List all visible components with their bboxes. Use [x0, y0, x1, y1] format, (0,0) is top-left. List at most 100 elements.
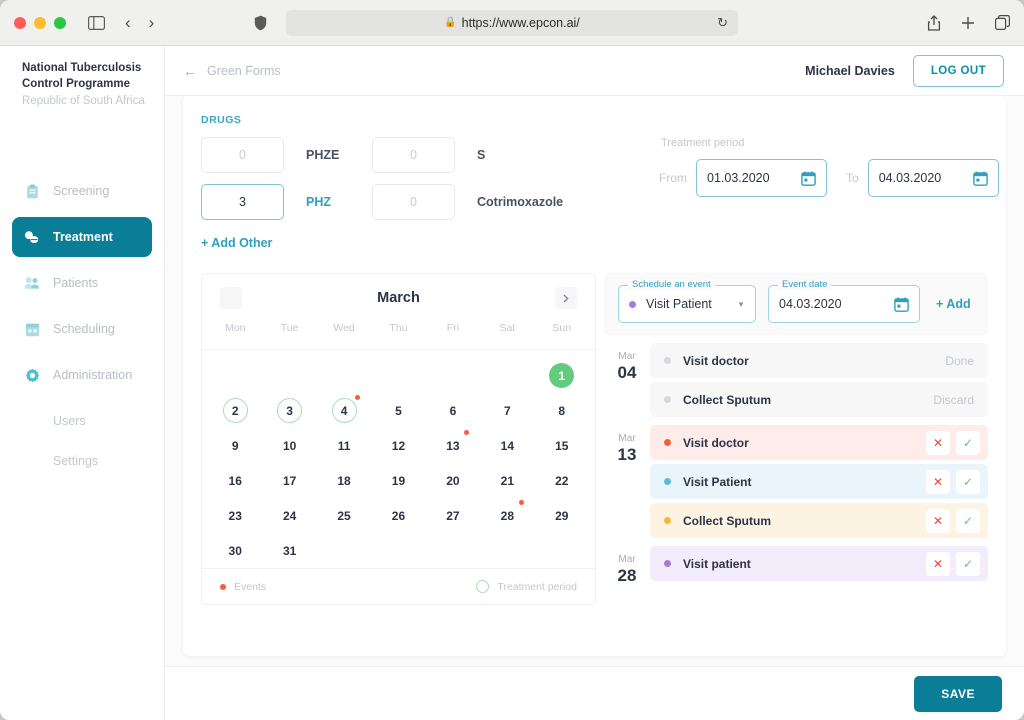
- add-other-drug-button[interactable]: + Add Other: [201, 236, 272, 250]
- calendar-legend: Events Treatment period: [202, 568, 595, 604]
- calendar-next-month-button[interactable]: [555, 287, 577, 309]
- check-icon[interactable]: ✓: [956, 430, 980, 455]
- calendar-day-number: 20: [446, 473, 460, 488]
- calendar-day-4[interactable]: 4: [317, 393, 371, 428]
- calendar-day-31[interactable]: 31: [262, 533, 316, 568]
- calendar-day-16[interactable]: 16: [208, 463, 262, 498]
- drug-quantity-input-phz[interactable]: 3: [201, 184, 284, 220]
- calendar-day-23[interactable]: 23: [208, 498, 262, 533]
- calendar-week-row: 2 3 4 5 6 7 8: [208, 393, 589, 428]
- breadcrumb-back-link[interactable]: ← Green Forms: [183, 63, 281, 79]
- page-topbar: ← Green Forms Michael Davies LOG OUT: [165, 46, 1024, 96]
- close-icon[interactable]: ✕: [926, 430, 950, 455]
- sidebar-item-treatment[interactable]: Treatment: [12, 217, 152, 257]
- maximize-window-button[interactable]: [54, 16, 66, 29]
- sidebar-item-scheduling[interactable]: Scheduling: [12, 309, 152, 349]
- sidebar-toggle-icon[interactable]: [88, 15, 105, 30]
- calendar-day-30[interactable]: 30: [208, 533, 262, 568]
- check-icon[interactable]: ✓: [956, 469, 980, 494]
- schedule-event-select[interactable]: Schedule an event Visit Patient ▼: [618, 279, 756, 323]
- sidebar-item-patients[interactable]: Patients: [12, 263, 152, 303]
- event-row[interactable]: Collect Sputum ✕ ✓: [650, 503, 988, 538]
- calendar-day-number: 17: [282, 473, 297, 488]
- calendar-day-26[interactable]: 26: [371, 498, 425, 533]
- calendar-icon[interactable]: [801, 171, 816, 186]
- address-bar[interactable]: 🔒 https://www.epcon.ai/ ↻: [286, 9, 738, 36]
- schedule-event-value: Visit Patient: [646, 297, 712, 311]
- browser-forward-icon[interactable]: ›: [149, 13, 155, 33]
- calendar-day-25[interactable]: 25: [317, 498, 371, 533]
- calendar-day-19[interactable]: 19: [371, 463, 425, 498]
- calendar-day-3[interactable]: 3: [262, 393, 316, 428]
- event-date-input[interactable]: Event date 04.03.2020: [768, 279, 920, 323]
- calendar-day-number: 2: [222, 398, 248, 423]
- calendar-day-24[interactable]: 24: [262, 498, 316, 533]
- calendar-icon[interactable]: [894, 297, 909, 312]
- close-window-button[interactable]: [14, 16, 26, 29]
- calendar-day-17[interactable]: 17: [262, 463, 316, 498]
- add-event-button[interactable]: + Add: [936, 297, 971, 311]
- users-icon: [24, 275, 40, 291]
- arrow-left-icon: ←: [183, 62, 197, 79]
- calendar-day-9[interactable]: 9: [208, 428, 262, 463]
- drug-quantity-input-phze[interactable]: 0: [201, 137, 284, 173]
- sidebar-item-label: Administration: [53, 368, 133, 382]
- close-icon[interactable]: ✕: [926, 508, 950, 533]
- treatment-period-to-input[interactable]: 04.03.2020: [867, 159, 999, 197]
- drug-quantity-input-cotrimoxazole[interactable]: 0: [372, 184, 455, 220]
- drug-quantity-input-s[interactable]: 0: [372, 137, 455, 173]
- calendar-day-5[interactable]: 5: [371, 393, 425, 428]
- calendar-day-12[interactable]: 12: [371, 428, 425, 463]
- calendar-day-29[interactable]: 29: [535, 498, 589, 533]
- calendar-day-22[interactable]: 22: [535, 463, 589, 498]
- calendar-day-20[interactable]: 20: [426, 463, 480, 498]
- logout-button[interactable]: LOG OUT: [912, 54, 1004, 87]
- close-icon[interactable]: ✕: [926, 551, 950, 576]
- calendar-day-28[interactable]: 28: [480, 498, 534, 533]
- sidebar-subitem-settings[interactable]: Settings: [12, 441, 152, 481]
- minimize-window-button[interactable]: [34, 16, 46, 29]
- calendar-day-21[interactable]: 21: [480, 463, 534, 498]
- calendar-day-8[interactable]: 8: [535, 393, 589, 428]
- event-row[interactable]: Collect Sputum Discard: [650, 382, 988, 417]
- calendar-day-27[interactable]: 27: [426, 498, 480, 533]
- calendar-day-14[interactable]: 14: [480, 428, 534, 463]
- calendar-day-10[interactable]: 10: [262, 428, 316, 463]
- check-icon[interactable]: ✓: [956, 508, 980, 533]
- event-type-dot-icon: [629, 300, 636, 308]
- calendar-icon[interactable]: [972, 171, 988, 186]
- event-group: Mar 28 Visit patient ✕ ✓: [604, 546, 988, 586]
- treatment-period-to-value: 04.03.2020: [878, 171, 942, 185]
- calendar-day-6[interactable]: 6: [426, 393, 480, 428]
- legend-treatment-period: Treatment period: [476, 580, 577, 593]
- save-button[interactable]: SAVE: [914, 675, 1002, 712]
- close-icon[interactable]: ✕: [926, 469, 950, 494]
- chevron-down-icon[interactable]: ▼: [737, 300, 745, 309]
- calendar-day-13[interactable]: 13: [426, 428, 480, 463]
- calendar-day-11[interactable]: 11: [317, 428, 371, 463]
- calendar-day-18[interactable]: 18: [317, 463, 371, 498]
- sidebar-item-administration[interactable]: Administration: [12, 355, 152, 395]
- calendar-day-15[interactable]: 15: [535, 428, 589, 463]
- share-icon[interactable]: [927, 14, 941, 31]
- event-row[interactable]: Visit doctor ✕ ✓: [650, 425, 988, 460]
- sidebar-subitem-users[interactable]: Users: [12, 401, 152, 441]
- check-icon[interactable]: ✓: [956, 551, 980, 576]
- browser-nav-arrows: ‹ ›: [125, 13, 154, 33]
- tabs-icon[interactable]: [995, 15, 1010, 30]
- reload-icon[interactable]: ↻: [717, 15, 728, 31]
- event-row[interactable]: Visit patient ✕ ✓: [650, 546, 988, 581]
- calendar-day-1[interactable]: 1: [535, 358, 589, 393]
- calendar-prev-month-button[interactable]: chevron-left-icon: [220, 287, 242, 309]
- calendar-day-7[interactable]: 7: [480, 393, 534, 428]
- event-row[interactable]: Visit Patient ✕ ✓: [650, 464, 988, 499]
- event-type-dot-icon: [664, 478, 671, 485]
- sidebar-item-screening[interactable]: Screening: [12, 171, 152, 211]
- weekday-label: Sat: [499, 322, 516, 334]
- event-row[interactable]: Visit doctor Done: [650, 343, 988, 378]
- treatment-period-from-input[interactable]: 01.03.2020: [696, 159, 827, 197]
- shield-icon[interactable]: [254, 15, 267, 31]
- plus-icon[interactable]: [961, 16, 975, 30]
- calendar-day-2[interactable]: 2: [208, 393, 262, 428]
- browser-back-icon[interactable]: ‹: [125, 13, 131, 33]
